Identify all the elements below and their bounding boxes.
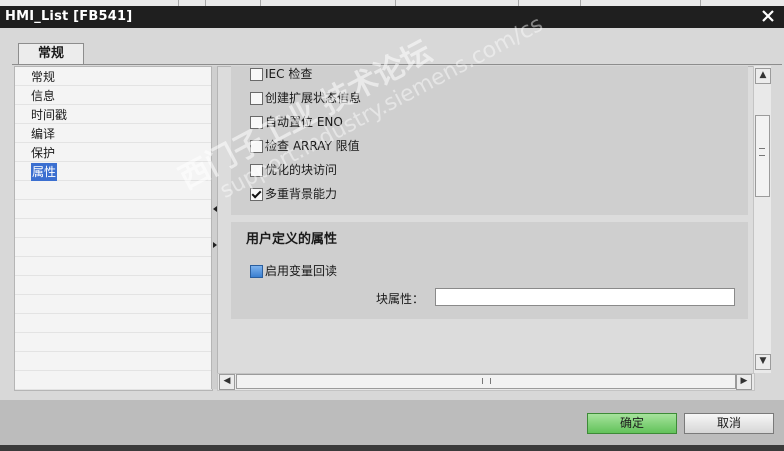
tab-divider (12, 64, 782, 65)
auto-eno-checkbox[interactable] (250, 116, 263, 129)
window-title: HMI_List [FB541] (5, 9, 133, 24)
vertical-scroll-thumb[interactable] (755, 115, 770, 197)
array-limit-checkbox[interactable] (250, 140, 263, 153)
extended-status-label: 创建扩展状态信息 (265, 91, 362, 105)
nav-item-attributes[interactable]: 属性 (31, 163, 58, 181)
iec-check-label: IEC 检查 (265, 67, 313, 81)
block-attribute-input[interactable] (435, 288, 735, 306)
cancel-button[interactable]: 取消 (684, 413, 774, 434)
horizontal-scroll-thumb[interactable] (236, 374, 736, 389)
readback-label: 启用变量回读 (265, 264, 338, 278)
iec-check-checkbox[interactable] (250, 68, 263, 81)
optimized-access-checkbox[interactable] (250, 164, 263, 177)
multi-instance-label: 多重背景能力 (265, 187, 338, 201)
nav-item-general[interactable]: 常规 (31, 68, 55, 86)
vertical-scrollbar[interactable]: ▲ ▼ (753, 66, 771, 373)
nav-item-timestamp[interactable]: 时间戳 (31, 106, 67, 124)
scroll-right-icon[interactable]: ▶ (736, 374, 752, 390)
ok-button[interactable]: 确定 (587, 413, 677, 434)
auto-eno-label: 自动置位 ENO (265, 115, 343, 129)
user-attributes-title: 用户定义的属性 (246, 232, 338, 247)
block-attribute-label: 块属性： (376, 292, 425, 306)
scroll-down-icon[interactable]: ▼ (755, 354, 771, 370)
scroll-left-icon[interactable]: ◀ (219, 374, 235, 390)
multi-instance-checkbox[interactable] (250, 188, 263, 201)
tab-general[interactable]: 常规 (18, 43, 84, 65)
scroll-up-icon[interactable]: ▲ (755, 68, 771, 84)
nav-item-compile[interactable]: 编译 (31, 125, 55, 143)
readback-checkbox[interactable] (250, 265, 263, 278)
title-bar: HMI_List [FB541] (0, 6, 784, 28)
close-icon[interactable] (760, 8, 776, 24)
nav-item-protection[interactable]: 保护 (31, 144, 55, 162)
nav-item-info[interactable]: 信息 (31, 87, 55, 105)
optimized-access-label: 优化的块访问 (265, 163, 338, 177)
array-limit-label: 检查 ARRAY 限值 (265, 139, 360, 153)
extended-status-checkbox[interactable] (250, 92, 263, 105)
property-nav: 常规 信息 时间戳 编译 保护 属性 (14, 66, 213, 391)
scroll-grip-icon (759, 148, 765, 156)
bottom-strip (0, 445, 784, 451)
